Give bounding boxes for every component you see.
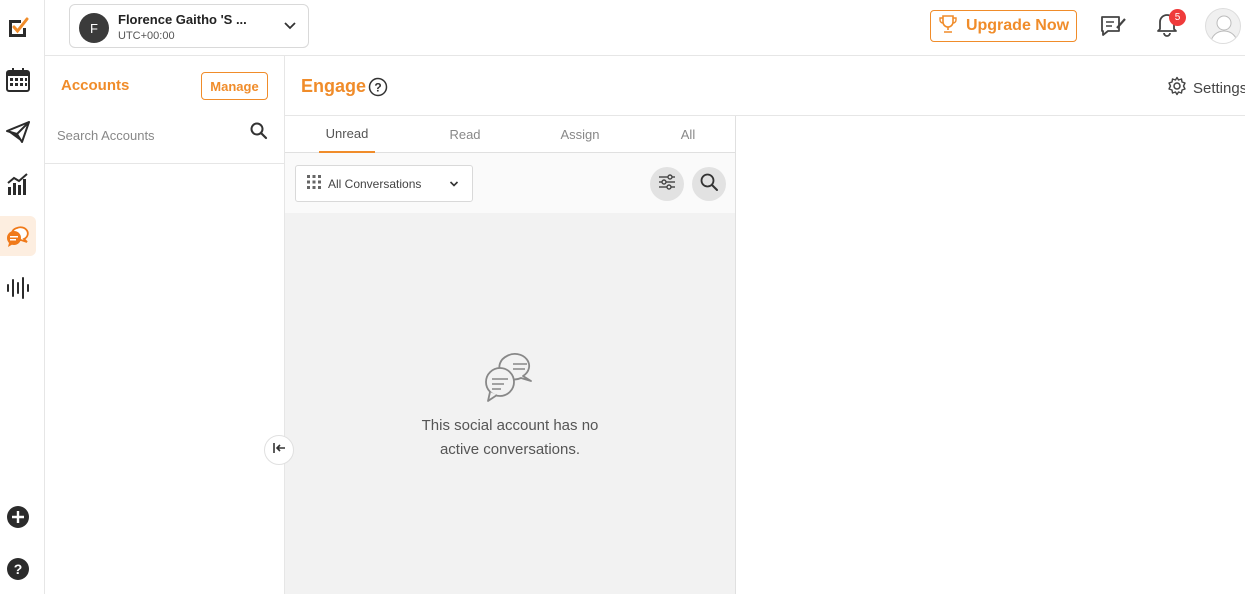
analytics-icon[interactable] bbox=[0, 164, 36, 204]
filter-bar: All Conversations bbox=[285, 153, 735, 213]
collapse-left-icon bbox=[271, 440, 287, 461]
calendar-icon[interactable] bbox=[0, 60, 36, 100]
upgrade-button[interactable]: Upgrade Now bbox=[930, 10, 1077, 42]
grid-icon bbox=[307, 175, 321, 192]
top-bar: F Florence Gaitho 'S ... UTC+00:00 Upgra… bbox=[45, 0, 1245, 56]
filters-button[interactable] bbox=[650, 167, 684, 201]
engage-header: Engage ? Settings bbox=[285, 56, 1245, 116]
conversation-tabs: Unread Read Assign All bbox=[285, 116, 735, 153]
gear-icon bbox=[1167, 76, 1187, 100]
conversation-filter-value: All Conversations bbox=[328, 176, 422, 191]
workspace-switcher[interactable]: F Florence Gaitho 'S ... UTC+00:00 bbox=[69, 4, 309, 48]
svg-text:?: ? bbox=[374, 81, 381, 95]
publish-icon[interactable] bbox=[0, 112, 36, 152]
empty-state: This social account has no active conver… bbox=[285, 352, 735, 462]
trophy-icon bbox=[938, 14, 958, 39]
tab-unread[interactable]: Unread bbox=[319, 116, 375, 153]
workspace-timezone: UTC+00:00 bbox=[118, 30, 175, 42]
notifications-button[interactable]: 5 bbox=[1151, 9, 1186, 42]
search-accounts-input[interactable] bbox=[57, 121, 237, 149]
search-conversations-button[interactable] bbox=[692, 167, 726, 201]
left-rail: ? bbox=[0, 0, 45, 594]
sliders-icon bbox=[657, 172, 677, 197]
question-circle-icon[interactable]: ? bbox=[368, 77, 388, 102]
notes-icon[interactable] bbox=[1097, 10, 1129, 42]
account-search bbox=[45, 112, 284, 164]
empty-state-line-2: active conversations. bbox=[439, 441, 581, 458]
settings-button[interactable]: Settings bbox=[1167, 76, 1245, 100]
manage-button[interactable]: Manage bbox=[201, 72, 268, 100]
empty-state-line-1: This social account has no bbox=[421, 417, 599, 434]
conversation-detail-area bbox=[736, 116, 1245, 594]
upgrade-label: Upgrade Now bbox=[965, 17, 1070, 34]
accounts-title: Accounts bbox=[61, 77, 130, 94]
listening-icon[interactable] bbox=[0, 268, 36, 308]
engage-icon[interactable] bbox=[0, 216, 36, 256]
page-title: Engage bbox=[301, 76, 367, 96]
profile-avatar[interactable] bbox=[1205, 8, 1241, 44]
chat-bubbles-icon bbox=[285, 352, 735, 404]
accounts-panel: Accounts Manage bbox=[45, 56, 285, 594]
notification-badge: 5 bbox=[1169, 9, 1186, 26]
chevron-down-icon bbox=[448, 178, 460, 193]
search-icon bbox=[699, 172, 719, 197]
add-icon[interactable] bbox=[0, 497, 36, 537]
chevron-down-icon bbox=[282, 18, 298, 39]
tab-all[interactable]: All bbox=[660, 116, 716, 153]
tab-assign[interactable]: Assign bbox=[552, 116, 608, 153]
tab-read[interactable]: Read bbox=[437, 116, 493, 153]
svg-text:?: ? bbox=[14, 561, 23, 577]
workspace-avatar: F bbox=[79, 13, 109, 43]
conversation-panel: Unread Read Assign All All Conversations bbox=[285, 116, 736, 594]
app-logo-icon[interactable] bbox=[0, 8, 36, 48]
search-icon[interactable] bbox=[249, 121, 269, 146]
settings-label: Settings bbox=[1193, 79, 1245, 97]
conversation-filter-dropdown[interactable]: All Conversations bbox=[295, 165, 473, 202]
empty-state-message: This social account has no active conver… bbox=[410, 414, 610, 462]
help-icon[interactable]: ? bbox=[0, 549, 36, 589]
workspace-name: Florence Gaitho 'S ... bbox=[118, 12, 247, 27]
collapse-panel-button[interactable] bbox=[264, 435, 294, 465]
